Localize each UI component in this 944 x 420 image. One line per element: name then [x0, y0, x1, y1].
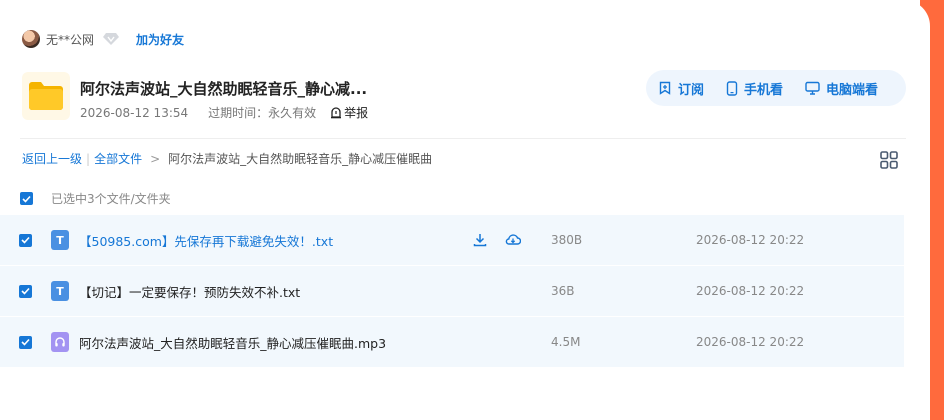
breadcrumb: 返回上一级 | 全部文件 > 阿尔法声波站_大自然助眠轻音乐_静心减压催眠曲	[22, 150, 432, 167]
report-label: 举报	[344, 106, 369, 120]
grid-view-icon[interactable]	[879, 150, 899, 170]
mobile-view-label: 手机看	[744, 82, 784, 98]
file-row[interactable]: T 【切记】一定要保存！预防失效不补.txt 36B 2026-08-12 20…	[0, 266, 904, 316]
breadcrumb-chevron-icon: >	[150, 151, 161, 166]
download-icon[interactable]	[473, 233, 487, 247]
breadcrumb-current: 阿尔法声波站_大自然助眠轻音乐_静心减压催眠曲	[168, 152, 433, 166]
file-size: 4.5M	[551, 335, 581, 349]
file-checkbox[interactable]	[19, 335, 32, 349]
report-icon	[331, 106, 342, 118]
selection-count: 已选中3个文件/文件夹	[51, 192, 171, 206]
add-friend-link[interactable]: 加为好友	[136, 31, 184, 48]
file-name[interactable]: 阿尔法声波站_大自然助眠轻音乐_静心减压催眠曲.mp3	[79, 333, 386, 352]
avatar[interactable]	[22, 30, 40, 48]
pc-view-button[interactable]: 电脑端看	[805, 79, 878, 98]
share-actions: 订阅 手机看 电脑端看	[646, 70, 906, 106]
share-title: 阿尔法声波站_大自然助眠轻音乐_静心减...	[80, 80, 368, 98]
breadcrumb-back-link[interactable]: 返回上一级	[22, 150, 82, 167]
pc-view-label: 电脑端看	[826, 82, 879, 98]
vip-diamond-icon	[102, 31, 120, 47]
select-all-checkbox[interactable]	[20, 192, 33, 205]
file-row[interactable]: 阿尔法声波站_大自然助眠轻音乐_静心减压催眠曲.mp3 4.5M 2026-08…	[0, 317, 904, 367]
file-row[interactable]: T 【50985.com】先保存再下载避免失效！.txt 380B 2026-0…	[0, 215, 904, 265]
breadcrumb-separator: |	[86, 151, 91, 166]
row-tools	[473, 233, 521, 247]
file-size: 36B	[551, 284, 575, 298]
file-checkbox[interactable]	[19, 233, 32, 247]
file-checkbox[interactable]	[19, 284, 32, 298]
file-size: 380B	[551, 233, 583, 247]
expire-info: 过期时间：永久有效	[208, 106, 317, 120]
cloud-save-icon[interactable]	[505, 233, 521, 247]
folder-icon	[22, 72, 70, 120]
share-card: 无**公网 加为好友 阿尔法声波站_大自然助眠轻音乐_静心减... 2026-0…	[0, 0, 930, 420]
txt-file-icon: T	[51, 230, 69, 250]
report-link[interactable]: 举报	[330, 104, 368, 121]
subscribe-button[interactable]: 订阅	[658, 79, 704, 98]
select-all-row: 已选中3个文件/文件夹	[20, 190, 171, 207]
share-date: 2026-08-12 13:54	[80, 105, 189, 120]
divider	[20, 138, 906, 139]
file-date: 2026-08-12 20:22	[696, 284, 805, 298]
phone-icon	[726, 80, 738, 96]
user-info: 无**公网 加为好友	[22, 28, 184, 50]
txt-file-icon: T	[51, 281, 69, 301]
bookmark-icon	[659, 81, 671, 95]
file-date: 2026-08-12 20:22	[696, 335, 805, 349]
file-date: 2026-08-12 20:22	[696, 233, 805, 247]
music-note-icon	[51, 332, 69, 352]
subscribe-label: 订阅	[678, 82, 705, 98]
file-name[interactable]: 【切记】一定要保存！预防失效不补.txt	[79, 282, 300, 301]
share-meta: 2026-08-12 13:54 过期时间：永久有效 举报	[80, 104, 368, 121]
user-name: 无**公网	[46, 32, 95, 47]
mobile-view-button[interactable]: 手机看	[726, 79, 783, 98]
file-name[interactable]: 【50985.com】先保存再下载避免失效！.txt	[79, 231, 333, 250]
monitor-icon	[805, 81, 820, 95]
breadcrumb-all-files-link[interactable]: 全部文件	[94, 150, 142, 167]
